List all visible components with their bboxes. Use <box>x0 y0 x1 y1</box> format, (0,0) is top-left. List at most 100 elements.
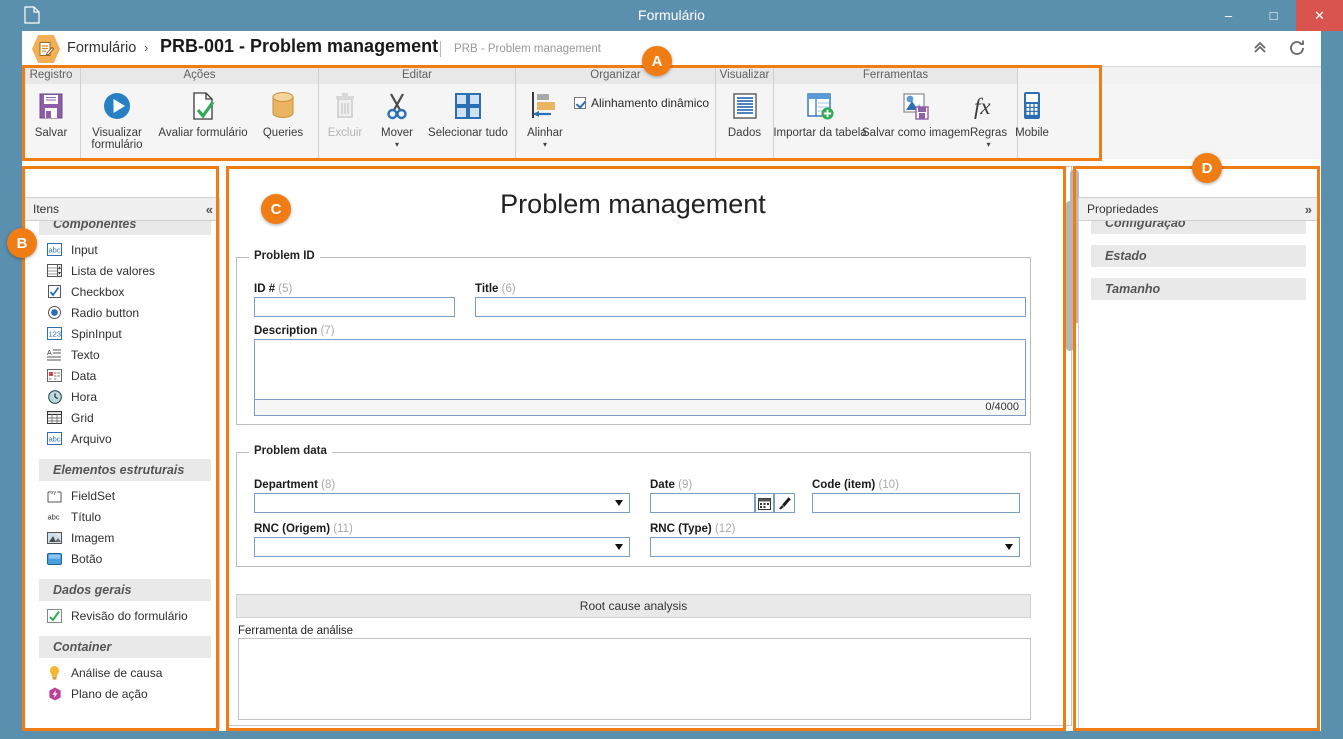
sidebar-item-label: Botão <box>71 551 103 566</box>
expand-right-panel-icon[interactable]: » <box>1305 202 1312 217</box>
sidebar-item-imagem[interactable]: Imagem <box>25 527 219 548</box>
select-all-button[interactable]: Selecionar tudo <box>423 88 513 139</box>
close-button[interactable]: ✕ <box>1296 0 1343 31</box>
dynamic-align-label: Alinhamento dinâmico <box>591 96 710 110</box>
import-table-button[interactable]: Importar da tabela <box>773 88 867 139</box>
field-label-date: Date (9) <box>650 479 693 491</box>
dynamic-align-checkbox-row[interactable]: Alinhamento dinâmico <box>574 88 709 110</box>
align-label: Alinhar <box>527 127 563 139</box>
breadcrumb-divider <box>440 41 441 57</box>
sidebar-item-checkbox[interactable]: Checkbox <box>25 281 219 302</box>
properties-panel-scrollbar[interactable] <box>1066 201 1074 351</box>
fieldset-legend-problem-id: Problem ID <box>249 250 320 262</box>
sidebar-item-grid[interactable]: Grid <box>25 407 219 428</box>
properties-section-estado[interactable]: Estado <box>1091 245 1306 267</box>
svg-text:abc: abc <box>49 435 61 444</box>
description-textarea[interactable] <box>254 339 1026 401</box>
move-label: Mover <box>381 127 413 139</box>
sidebar-item-analise-de-causa[interactable]: Análise de causa <box>25 662 219 683</box>
rules-button[interactable]: fx Regras ▾ <box>966 88 1011 149</box>
fieldset-icon: xy <box>47 488 62 503</box>
collapse-ribbon-icon[interactable] <box>1251 39 1269 57</box>
date-input[interactable] <box>650 493 755 513</box>
save-label: Salvar <box>34 127 68 139</box>
ribbon-group-title-visualizar: Visualizar <box>716 67 774 84</box>
sidebar-item-label: Lista de valores <box>71 263 156 278</box>
preview-form-label-line2: formulário <box>91 139 143 151</box>
action-plan-icon <box>47 686 62 701</box>
rnc-origem-select[interactable] <box>254 537 630 557</box>
align-caret-icon[interactable]: ▾ <box>543 141 547 149</box>
sidebar-item-lista-de-valores[interactable]: Lista de valores <box>25 260 219 281</box>
sidebar-item-data[interactable]: Data <box>25 365 219 386</box>
text-icon: A <box>47 347 62 362</box>
sidebar-item-titulo[interactable]: abc Título <box>25 506 219 527</box>
trash-icon <box>332 88 358 124</box>
window-title: Formulário <box>638 7 705 23</box>
sidebar-item-label: Plano de ação <box>71 686 148 701</box>
sidebar-item-arquivo[interactable]: abc Arquivo <box>25 428 219 449</box>
items-panel-header: Itens « <box>24 197 220 221</box>
move-button[interactable]: Mover ▾ <box>371 88 423 149</box>
save-image-icon <box>901 88 931 124</box>
preview-form-button[interactable]: Visualizar formulário <box>81 88 153 151</box>
move-caret-icon[interactable]: ▾ <box>395 141 399 149</box>
section-bar-root-cause-analysis: Root cause analysis <box>236 594 1031 618</box>
data-button[interactable]: Dados <box>716 88 773 139</box>
breadcrumb-subtitle: PRB - Problem management <box>454 43 602 55</box>
sidebar-item-botao[interactable]: Botão <box>25 548 219 569</box>
sidebar-item-input[interactable]: abc Input <box>25 239 219 260</box>
window-content: Formulário › PRB-001 - Problem managemen… <box>22 31 1321 731</box>
workspace: Componentes abc Input Lista de valores C… <box>22 159 1321 731</box>
dynamic-align-checkbox[interactable] <box>574 97 586 109</box>
sidebar-item-label: Data <box>71 368 97 383</box>
sidebar-item-spininput[interactable]: 123 SpinInput <box>25 323 219 344</box>
date-icon <box>47 368 62 383</box>
sidebar-item-fieldset[interactable]: xy FieldSet <box>25 485 219 506</box>
id-input[interactable] <box>254 297 455 317</box>
clear-date-button[interactable] <box>774 493 795 513</box>
sidebar-item-label: Hora <box>71 389 98 404</box>
maximize-button[interactable]: □ <box>1251 0 1296 31</box>
properties-section-tamanho[interactable]: Tamanho <box>1091 278 1306 300</box>
radio-button-icon <box>47 305 62 320</box>
calendar-picker-button[interactable] <box>755 493 774 513</box>
database-icon <box>269 88 297 124</box>
section-dados-gerais: Dados gerais <box>39 579 211 601</box>
field-label-description: Description (7) <box>254 325 335 337</box>
delete-button[interactable]: Excluir <box>319 88 371 139</box>
refresh-icon[interactable] <box>1287 38 1307 58</box>
form-canvas[interactable]: Problem management Problem ID ID # (5) T… <box>227 166 1072 726</box>
evaluate-form-button[interactable]: Avaliar formulário <box>153 88 253 139</box>
collapse-left-panel-icon[interactable]: « <box>206 202 213 217</box>
align-button[interactable]: Alinhar ▾ <box>516 88 574 149</box>
code-item-input[interactable] <box>812 493 1020 513</box>
analysis-tool-box[interactable] <box>238 638 1031 720</box>
sidebar-item-texto[interactable]: A Texto <box>25 344 219 365</box>
title-input[interactable] <box>475 297 1026 317</box>
properties-panel: Configuração Estado Tamanho <box>1078 197 1319 729</box>
ribbon-group-title-editar: Editar <box>319 67 516 84</box>
save-as-image-button[interactable]: Salvar como imagem <box>862 88 970 139</box>
sidebar-item-revisao-do-formulario[interactable]: Revisão do formulário <box>25 605 219 626</box>
sidebar-item-hora[interactable]: Hora <box>25 386 219 407</box>
ribbon-group-title-registro: Registro <box>22 67 81 84</box>
breadcrumb-root[interactable]: Formulário <box>67 40 136 56</box>
import-table-icon <box>805 88 835 124</box>
annotation-badge-a: A <box>642 46 672 76</box>
sidebar-item-radio-button[interactable]: Radio button <box>25 302 219 323</box>
rules-caret-icon[interactable]: ▾ <box>987 141 991 149</box>
minimize-button[interactable]: – <box>1206 0 1251 31</box>
department-select[interactable] <box>254 493 630 513</box>
ribbon-group-organizar: Alinhar ▾ Alinhamento dinâmico <box>516 84 716 160</box>
field-label-title: Title (6) <box>475 283 516 295</box>
sidebar-item-label: Imagem <box>71 530 115 545</box>
breadcrumb-current: PRB-001 - Problem management <box>160 36 439 56</box>
analysis-tool-label: Ferramenta de análise <box>238 625 354 637</box>
rnc-type-select[interactable] <box>650 537 1020 557</box>
abc-input-icon: abc <box>47 242 62 257</box>
sidebar-item-plano-de-acao[interactable]: Plano de ação <box>25 683 219 704</box>
save-button[interactable]: Salvar <box>22 88 80 139</box>
sidebar-item-label: Revisão do formulário <box>71 608 188 623</box>
queries-button[interactable]: Queries <box>253 88 313 139</box>
